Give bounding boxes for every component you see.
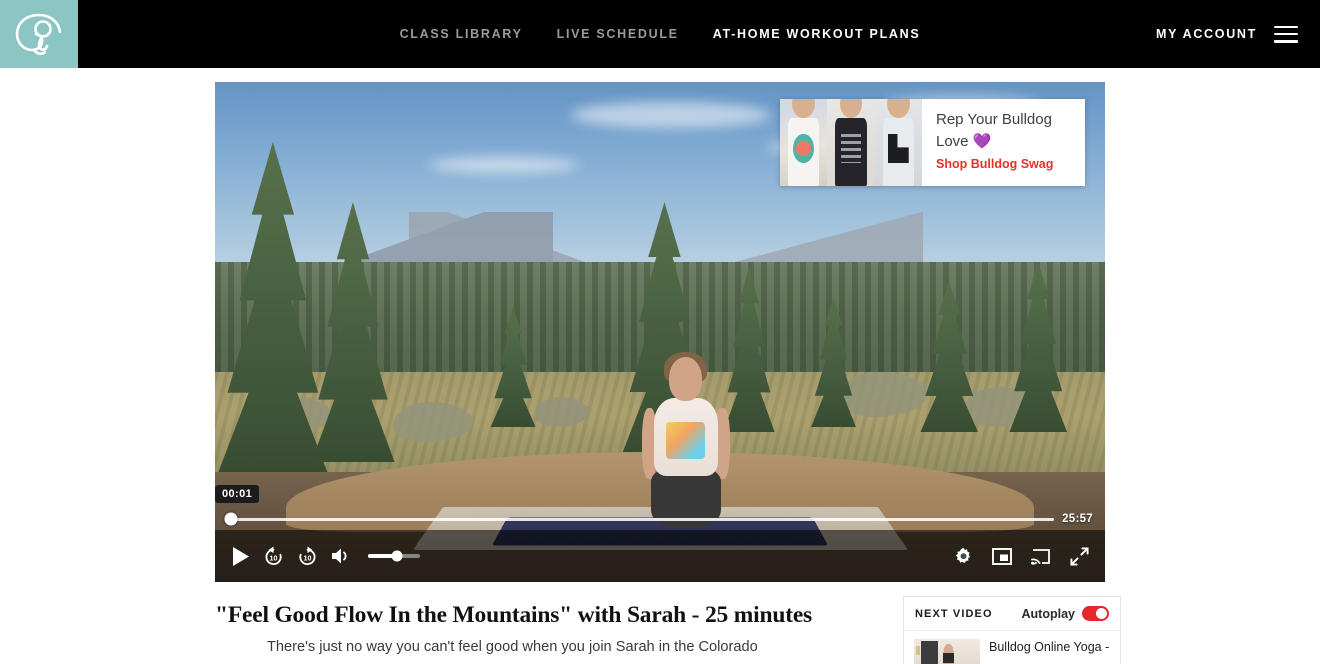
- promo-ad-card[interactable]: Rep Your Bulldog Love 💜 Shop Bulldog Swa…: [780, 99, 1085, 186]
- promo-title: Rep Your Bulldog Love 💜: [936, 109, 1073, 153]
- site-header: Class Library Live Schedule At-Home Work…: [0, 0, 1320, 68]
- page-body: Rep Your Bulldog Love 💜 Shop Bulldog Swa…: [0, 68, 1320, 664]
- promo-thumbnail: [874, 99, 922, 186]
- autoplay-toggle-knob: [1096, 608, 1107, 619]
- video-player[interactable]: Rep Your Bulldog Love 💜 Shop Bulldog Swa…: [215, 82, 1105, 582]
- my-account-link[interactable]: My Account: [1156, 27, 1257, 41]
- promo-thumbnail: [780, 99, 828, 186]
- next-video-thumbnail: [914, 639, 980, 664]
- replay-10-icon[interactable]: 10: [263, 545, 284, 567]
- header-right-group: My Account: [1156, 0, 1298, 68]
- progress-scrubber[interactable]: [224, 512, 1055, 526]
- promo-text-block: Rep Your Bulldog Love 💜 Shop Bulldog Swa…: [922, 99, 1085, 186]
- main-navigation: Class Library Live Schedule At-Home Work…: [0, 27, 1320, 41]
- nav-item-class-library[interactable]: Class Library: [400, 27, 523, 41]
- video-control-bar: 10 10: [215, 530, 1105, 582]
- video-description: There's just no way you can't feel good …: [267, 639, 758, 655]
- promo-thumbnails: [780, 99, 922, 186]
- bulldog-yoga-logo-icon: [15, 13, 62, 56]
- control-left-group: 10 10: [231, 545, 420, 567]
- next-video-heading: Next Video: [915, 607, 993, 620]
- hamburger-icon[interactable]: [1274, 25, 1298, 43]
- list-item[interactable]: Bulldog Online Yoga -: [904, 631, 1120, 664]
- progress-row: 25:57: [215, 512, 1105, 526]
- volume-handle[interactable]: [391, 550, 403, 562]
- autoplay-control: Autoplay: [1022, 606, 1109, 621]
- svg-text:10: 10: [270, 554, 278, 562]
- current-time-badge: 00:01: [215, 485, 260, 503]
- gear-icon[interactable]: [954, 547, 973, 566]
- forward-10-icon[interactable]: 10: [297, 545, 318, 567]
- picture-in-picture-icon[interactable]: [992, 547, 1012, 565]
- autoplay-toggle[interactable]: [1082, 606, 1109, 621]
- play-icon[interactable]: [231, 546, 250, 567]
- cast-icon[interactable]: [1031, 548, 1051, 565]
- volume-icon[interactable]: [331, 547, 351, 565]
- next-video-header: Next Video Autoplay: [904, 597, 1120, 631]
- video-meta: "Feel Good Flow In the Mountains" with S…: [215, 602, 875, 657]
- control-right-group: [954, 546, 1089, 566]
- autoplay-label: Autoplay: [1021, 606, 1075, 621]
- next-video-panel: Next Video Autoplay Bulldog Online Yoga …: [903, 596, 1121, 664]
- nav-item-live-schedule[interactable]: Live Schedule: [557, 27, 679, 41]
- site-logo[interactable]: [0, 0, 78, 68]
- video-title: "Feel Good Flow In the Mountains" with S…: [215, 602, 813, 628]
- purple-heart-icon: 💜: [972, 133, 992, 150]
- promo-cta-link[interactable]: Shop Bulldog Swag: [936, 157, 1073, 171]
- fullscreen-icon[interactable]: [1070, 546, 1089, 566]
- volume-slider[interactable]: [368, 550, 420, 562]
- svg-text:10: 10: [304, 554, 312, 562]
- promo-title-text: Rep Your Bulldog Love: [936, 111, 1052, 150]
- nav-item-at-home-workout-plans[interactable]: At-Home Workout Plans: [713, 27, 921, 41]
- progress-handle[interactable]: [224, 512, 238, 526]
- next-video-title: Bulldog Online Yoga -: [989, 640, 1110, 654]
- duration-label: 25:57: [1062, 513, 1093, 525]
- promo-thumbnail: [827, 99, 875, 186]
